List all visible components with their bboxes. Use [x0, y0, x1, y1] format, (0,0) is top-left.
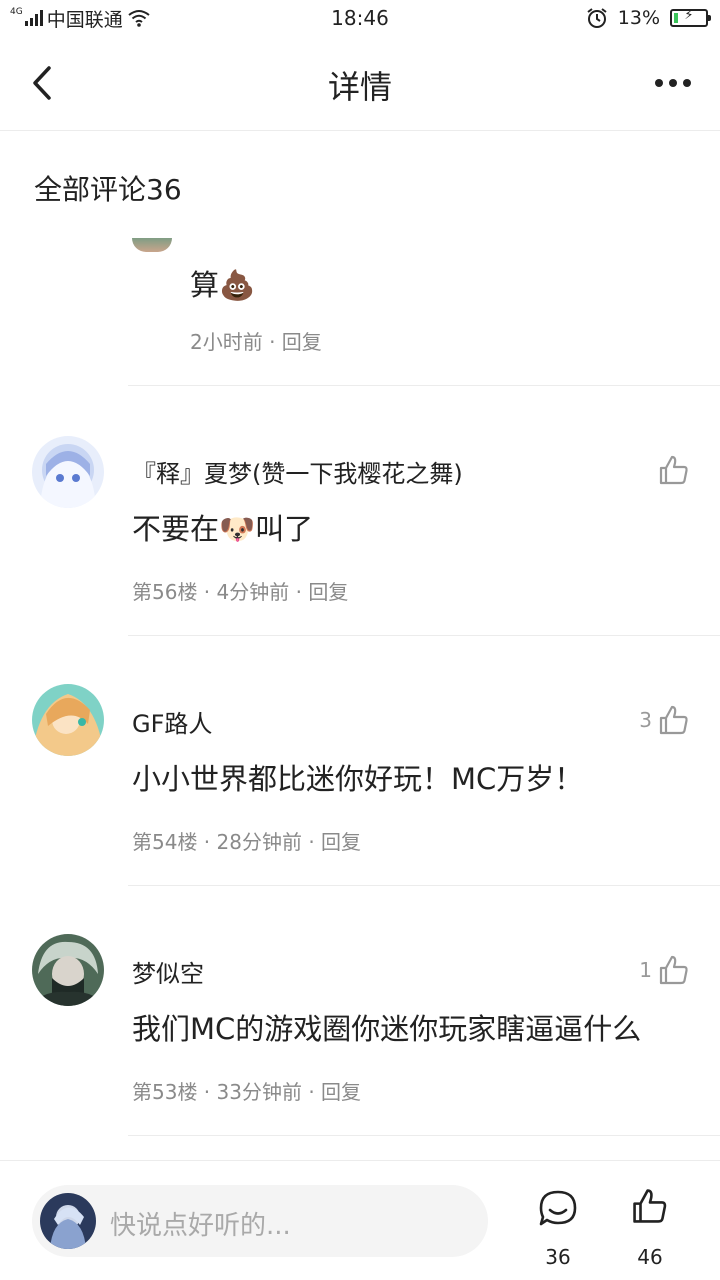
avatar-image: [32, 934, 104, 1006]
status-bar: 4G 中国联通 18:46 13% ⚡: [0, 0, 720, 36]
comments-button[interactable]: 36: [528, 1183, 588, 1273]
comment-item: 梦似空 1 我们MC的游戏圈你迷你玩家瞎逼逼什么 第53楼 · 33分钟前 · …: [0, 886, 720, 1136]
comment-meta[interactable]: 第56楼 · 4分钟前 · 回复: [132, 576, 348, 605]
comment-author[interactable]: 『释』夏梦(赞一下我樱花之舞): [132, 454, 463, 489]
user-avatar: [40, 1193, 96, 1249]
more-button[interactable]: [648, 68, 698, 98]
thumbs-up-icon: [659, 455, 688, 485]
like-count: 3: [639, 708, 652, 732]
comment-meta[interactable]: 2小时前 · 回复: [190, 326, 322, 355]
thumbs-up-icon: [659, 955, 688, 985]
chevron-left-icon: [33, 66, 51, 100]
status-right: 13% ⚡: [586, 6, 711, 30]
comment-text: 算💩: [190, 268, 256, 302]
comments-section-title: 全部评论36: [34, 173, 182, 206]
charging-bolt-icon: ⚡: [684, 8, 694, 23]
battery-percent: 13%: [617, 7, 660, 29]
avatar[interactable]: [32, 684, 104, 756]
like-button[interactable]: [652, 450, 690, 490]
page-title: 详情: [327, 68, 392, 106]
user-avatar-image: [40, 1193, 96, 1249]
comment-text: 小小世界都比迷你好玩！MC万岁！: [132, 762, 584, 796]
comment-input-placeholder: 快说点好听的...: [110, 1211, 291, 1241]
like-count: 1: [639, 958, 652, 982]
avatar-partial: [132, 238, 172, 252]
divider: [128, 1135, 720, 1136]
thumbs-up-icon: [659, 705, 688, 735]
bottom-bar: 快说点好听的... 36 46: [0, 1160, 720, 1280]
comment-item: 『释』夏梦(赞一下我樱花之舞) 不要在🐶叫了 第56楼 · 4分钟前 · 回复: [0, 386, 720, 636]
comment-count: 36: [545, 1245, 571, 1269]
like-button[interactable]: 1: [639, 950, 690, 990]
like-button[interactable]: 3: [639, 700, 690, 740]
like-count: 46: [637, 1245, 663, 1269]
comment-partial: 算💩 2小时前 · 回复: [0, 230, 720, 386]
comment-bubble-icon: [539, 1190, 577, 1226]
back-button[interactable]: [22, 58, 62, 108]
more-dots-icon: [655, 79, 663, 87]
avatar-image: [32, 436, 104, 508]
top-navigation: 详情: [0, 36, 720, 131]
comment-text: 我们MC的游戏圈你迷你玩家瞎逼逼什么: [132, 1012, 642, 1046]
avatar[interactable]: [32, 934, 104, 1006]
more-dot: [683, 79, 691, 87]
comment-author[interactable]: GF路人: [132, 704, 212, 739]
comment-item: GF路人 3 小小世界都比迷你好玩！MC万岁！ 第54楼 · 28分钟前 · 回…: [0, 636, 720, 886]
comment-meta[interactable]: 第53楼 · 33分钟前 · 回复: [132, 1076, 361, 1105]
avatar[interactable]: [32, 436, 104, 508]
comment-meta[interactable]: 第54楼 · 28分钟前 · 回复: [132, 826, 361, 855]
like-post-button[interactable]: 46: [620, 1183, 680, 1273]
alarm-icon: [587, 8, 607, 28]
comment-input[interactable]: 快说点好听的...: [32, 1185, 488, 1257]
comment-author[interactable]: 梦似空: [132, 954, 204, 989]
more-dot: [669, 79, 677, 87]
thumbs-up-icon: [633, 1189, 667, 1223]
battery-icon: ⚡: [670, 8, 711, 27]
avatar-image: [32, 684, 104, 756]
comment-text: 不要在🐶叫了: [132, 512, 314, 546]
